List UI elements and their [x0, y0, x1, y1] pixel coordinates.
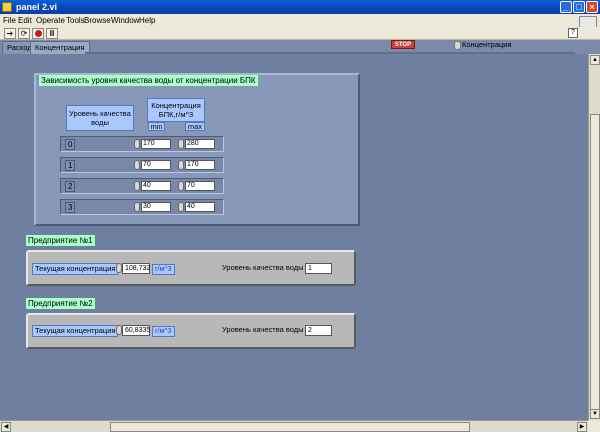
toolbar: ➔ ⟳ II	[0, 27, 600, 40]
spin-min-icon[interactable]	[134, 202, 140, 212]
menu-tools[interactable]: Tools	[66, 15, 85, 26]
spin-max-icon[interactable]	[178, 160, 184, 170]
vertical-scroll-thumb[interactable]	[590, 114, 600, 414]
tab-concentration[interactable]: Концентрация	[30, 41, 90, 54]
min-field[interactable]: 70	[141, 160, 171, 170]
maximize-button[interactable]: □	[573, 1, 585, 13]
title-bar: panel 2.vi _ □ ×	[0, 0, 600, 14]
min-field[interactable]: 30	[141, 202, 171, 212]
menu-operate[interactable]: Operate	[36, 15, 65, 26]
enterprise1-conc-label: Текущая концентрация	[32, 263, 119, 275]
max-field[interactable]: 170	[185, 160, 215, 170]
enterprise2-unit: г/м^3	[152, 326, 175, 337]
enterprise2-caption: Предприятие №2	[26, 298, 95, 309]
selector-label: Концентрация	[462, 40, 512, 49]
spin-max-icon[interactable]	[178, 202, 184, 212]
scroll-corner	[588, 420, 600, 432]
max-field[interactable]: 70	[185, 181, 215, 191]
pause-icon[interactable]: II	[46, 28, 58, 39]
header-quality: Уровень качества воды	[66, 105, 134, 131]
menu-file[interactable]: File	[3, 15, 16, 26]
scroll-left-icon[interactable]: ◀	[1, 422, 11, 432]
enterprise2-conc-label: Текущая концентрация	[32, 325, 119, 337]
scroll-right-icon[interactable]: ▶	[577, 422, 587, 432]
enterprise1-caption: Предприятие №1	[26, 235, 95, 246]
stop-button[interactable]: STOP	[391, 40, 415, 49]
row-level: 2	[65, 181, 75, 192]
enterprise2-quality-value: 2	[305, 325, 332, 336]
menu-edit[interactable]: Edit	[18, 15, 32, 26]
menu-browse[interactable]: Browse	[84, 15, 111, 26]
spin-max-icon[interactable]	[178, 139, 184, 149]
max-field[interactable]: 40	[185, 202, 215, 212]
row-level: 1	[65, 160, 75, 171]
table-caption: Зависимость уровня качества воды от конц…	[39, 75, 258, 86]
enterprise1-unit: г/м^3	[152, 264, 175, 275]
enterprise2-quality-label: Уровень качества воды	[222, 325, 304, 334]
ring-selector-icon[interactable]	[454, 41, 461, 50]
vertical-scrollbar[interactable]: ▲ ▼	[588, 54, 600, 420]
spin-min-icon[interactable]	[134, 139, 140, 149]
header-max: max	[185, 122, 205, 131]
spin-min-icon[interactable]	[134, 181, 140, 191]
close-button[interactable]: ×	[586, 1, 598, 13]
min-field[interactable]: 40	[141, 181, 171, 191]
min-field[interactable]: 170	[141, 139, 171, 149]
horizontal-scroll-thumb[interactable]	[110, 422, 470, 432]
labview-app-icon	[2, 2, 12, 12]
max-field[interactable]: 280	[185, 139, 215, 149]
header-concentration: Концентрация БПК,г/м^3	[147, 98, 205, 122]
abort-execution-icon[interactable]	[32, 28, 44, 39]
row-level: 3	[65, 202, 75, 213]
run-continuously-icon[interactable]: ⟳	[18, 28, 30, 39]
horizontal-scrollbar[interactable]: ◀ ▶	[0, 420, 588, 432]
spin-max-icon[interactable]	[178, 181, 184, 191]
scroll-down-icon[interactable]: ▼	[590, 409, 600, 419]
header-min: min	[148, 122, 165, 131]
enterprise2-conc-value[interactable]: 60,8335	[122, 325, 150, 336]
menu-bar: File Edit Operate Tools Browse Window He…	[0, 14, 600, 27]
menu-help[interactable]: Help	[139, 15, 155, 26]
menu-window[interactable]: Window	[111, 15, 139, 26]
scroll-up-icon[interactable]: ▲	[590, 55, 600, 65]
window-title: panel 2.vi	[16, 2, 58, 12]
help-icon[interactable]: ?	[568, 28, 578, 38]
row-level: 0	[65, 139, 75, 150]
run-arrow-icon[interactable]: ➔	[4, 28, 16, 39]
enterprise1-conc-value[interactable]: 108,732	[122, 263, 150, 274]
enterprise1-quality-label: Уровень качества воды	[222, 263, 304, 272]
minimize-button[interactable]: _	[560, 1, 572, 13]
spin-min-icon[interactable]	[134, 160, 140, 170]
enterprise1-quality-value: 1	[305, 263, 332, 274]
